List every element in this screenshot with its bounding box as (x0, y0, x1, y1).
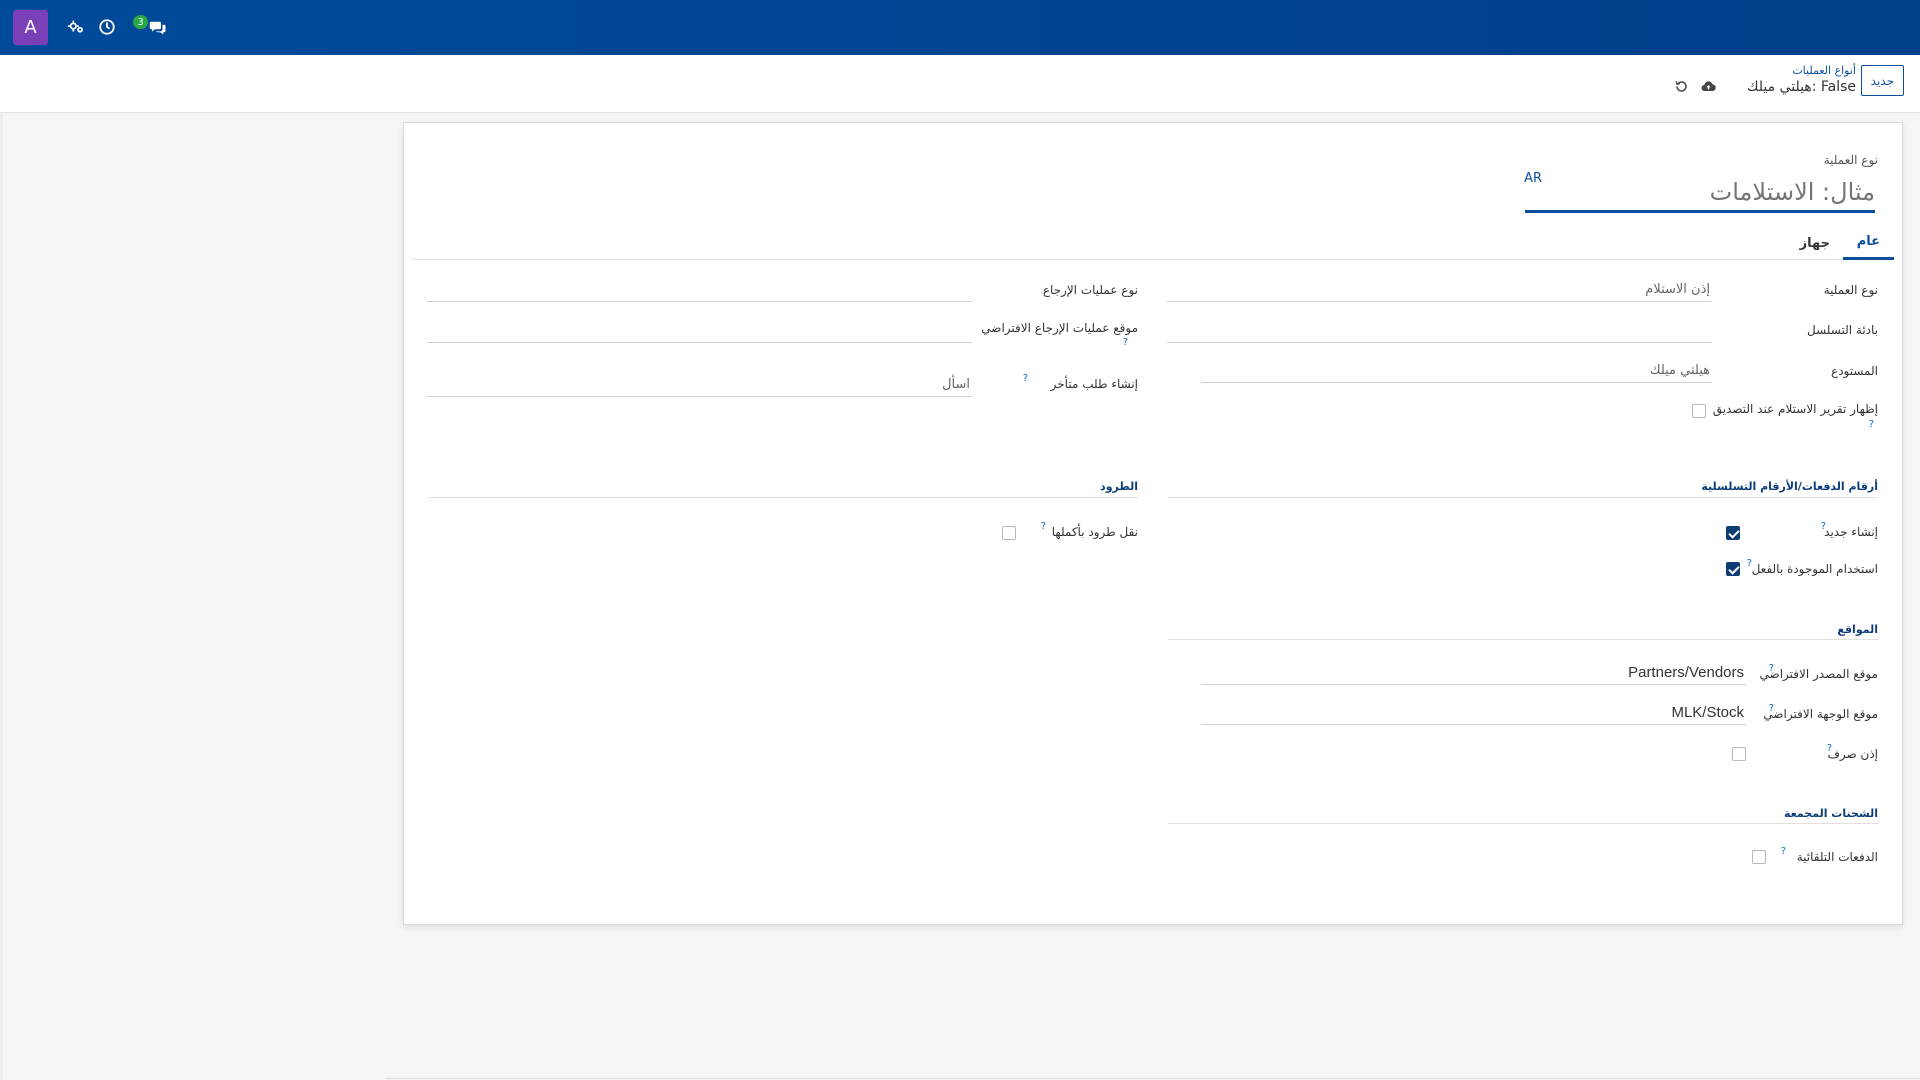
warehouse-label: المستودع (1831, 364, 1878, 378)
tab-hardware[interactable]: جهاز (1786, 226, 1844, 260)
create-new-label: إنشاء جديد (1824, 525, 1878, 539)
help-mark[interactable]: ? (1781, 846, 1786, 857)
chat-icon[interactable] (145, 15, 171, 39)
cloud-upload-icon[interactable] (1699, 77, 1717, 95)
language-button[interactable]: AR (1524, 171, 1542, 186)
use-existing-checkbox[interactable] (1726, 562, 1740, 576)
breadcrumb-parent[interactable]: أنواع العمليات (1792, 64, 1856, 77)
use-existing-label: استخدام الموجودة بالفعل (1751, 562, 1878, 576)
return-type-label: نوع عمليات الإرجاع (1042, 283, 1138, 297)
default-source-location-label: موقع المصدر الافتراضي (1759, 667, 1879, 681)
packages-section-title: الطرود (1100, 480, 1138, 493)
auto-batch-label: الدفعات التلقائية (1796, 850, 1878, 864)
help-mark[interactable]: ? (1821, 521, 1826, 532)
help-mark[interactable]: ? (1023, 373, 1028, 384)
bottom-divider (385, 1078, 1920, 1079)
help-mark[interactable]: ? (1869, 419, 1874, 430)
new-button[interactable]: جديد (1860, 65, 1904, 96)
auto-batch-checkbox[interactable] (1752, 850, 1766, 864)
operation-type-name-input[interactable] (1525, 173, 1875, 213)
default-return-location-field[interactable] (427, 319, 972, 343)
section-divider (1168, 639, 1878, 640)
help-mark[interactable]: ? (1123, 337, 1128, 348)
create-new-checkbox[interactable] (1726, 526, 1740, 540)
delivery-slip-label: إذن صرف (1827, 747, 1878, 761)
help-mark[interactable]: ? (1747, 558, 1752, 569)
section-divider (1168, 497, 1878, 498)
title-label: نوع العملية (1823, 153, 1878, 167)
sequence-prefix-field[interactable] (1167, 319, 1712, 343)
breadcrumb-current: هيلتي ميلك: False (1746, 79, 1856, 95)
control-panel: جديد أنواع العمليات هيلتي ميلك: False (0, 55, 1920, 113)
return-type-field[interactable] (427, 278, 972, 302)
form-sheet: نوع العملية AR عام جهاز نوع العملية إذن … (403, 122, 1903, 925)
warehouse-field[interactable]: هيلتي ميلك (1201, 359, 1712, 383)
help-mark[interactable]: ? (1041, 521, 1046, 532)
tab-general[interactable]: عام (1842, 226, 1894, 260)
default-destination-location-label: موقع الوجهة الافتراضي (1763, 707, 1878, 721)
section-divider (428, 497, 1138, 498)
top-navbar: A 3 (0, 0, 1920, 55)
default-source-location-field[interactable]: Partners/Vendors (1201, 661, 1746, 685)
default-return-location-label: موقع عمليات الإرجاع الافتراضي (981, 321, 1138, 335)
help-mark[interactable]: ? (1769, 663, 1774, 674)
sequence-prefix-label: بادئة التسلسل (1806, 323, 1878, 337)
user-avatar[interactable]: A (13, 10, 48, 45)
page-left-edge (0, 113, 3, 1080)
create-backorder-field[interactable]: اسأل (427, 373, 972, 397)
help-mark[interactable]: ? (1827, 743, 1832, 754)
messages-badge: 3 (133, 15, 148, 29)
operation-type-field[interactable]: إذن الاستلام (1167, 278, 1712, 302)
discard-icon[interactable] (1672, 77, 1690, 95)
settings-gears-icon[interactable] (64, 15, 88, 39)
section-divider (1168, 823, 1878, 824)
move-entire-packages-label: نقل طرود بأكملها (1051, 525, 1138, 539)
delivery-slip-checkbox[interactable] (1732, 747, 1746, 761)
default-destination-location-field[interactable]: MLK/Stock (1201, 701, 1746, 725)
batch-section-title: الشحنات المجمعة (1784, 807, 1878, 820)
form-tabs: عام جهاز (412, 226, 1894, 260)
lots-section-title: أرقام الدفعات/الأرقام التسلسلية (1701, 480, 1878, 493)
operation-type-label: نوع العملية (1823, 283, 1878, 297)
move-entire-packages-checkbox[interactable] (1002, 526, 1016, 540)
help-mark[interactable]: ? (1769, 703, 1774, 714)
create-backorder-label: إنشاء طلب متأخر (1050, 377, 1138, 391)
locations-section-title: المواقع (1837, 623, 1878, 636)
clock-icon[interactable] (95, 15, 119, 39)
print-label-label: إظهار تقرير الاستلام عند التصديق (1712, 402, 1878, 416)
print-label-checkbox[interactable] (1692, 404, 1706, 418)
